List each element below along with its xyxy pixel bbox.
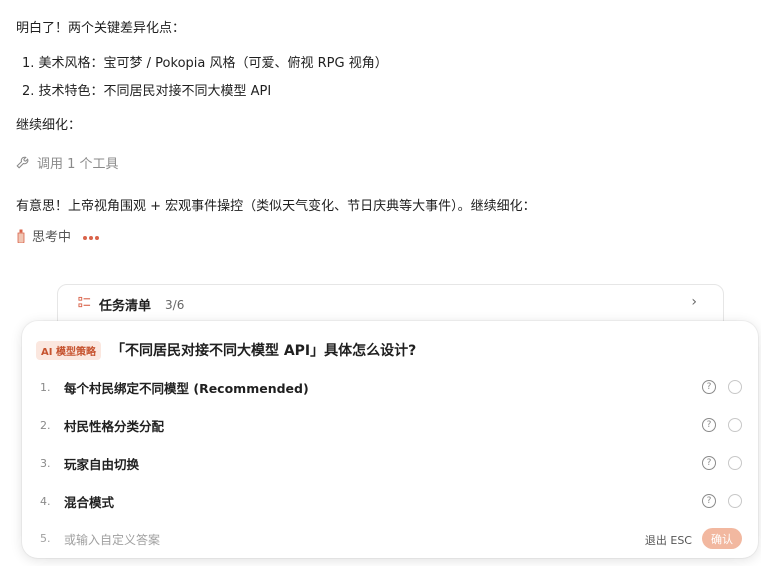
- custom-answer-row: 5. 或输入自定义答案 退出 ESC 确认: [22, 528, 758, 549]
- option-2[interactable]: 2. 村民性格分类分配 ?: [22, 406, 758, 444]
- thinking-dots-icon: [81, 230, 100, 245]
- bottle-icon: [16, 229, 26, 247]
- question-title: 「不同居民对接不同大模型 API」具体怎么设计?: [110, 343, 417, 359]
- option-number: 1.: [40, 380, 51, 394]
- option-number: 5.: [40, 532, 51, 545]
- chat-message-2: 有意思！上帝视角围观 + 宏观事件操控（类似天气变化、节日庆典等大事件）。继续细…: [16, 199, 536, 214]
- help-icon[interactable]: ?: [702, 456, 716, 470]
- option-label: 混合模式: [64, 494, 115, 510]
- task-list-title: 任务清单: [99, 299, 152, 314]
- confirm-button[interactable]: 确认: [702, 528, 742, 549]
- custom-answer-input[interactable]: 或输入自定义答案: [64, 531, 160, 548]
- help-icon[interactable]: ?: [702, 380, 716, 394]
- option-1[interactable]: 1. 每个村民绑定不同模型 (Recommended) ?: [22, 368, 758, 406]
- option-label: 每个村民绑定不同模型 (Recommended): [64, 380, 309, 396]
- help-icon[interactable]: ?: [702, 418, 716, 432]
- option-number: 4.: [40, 494, 51, 508]
- option-number: 2.: [40, 418, 51, 432]
- option-number: 3.: [40, 456, 51, 470]
- thinking-label: 思考中: [32, 230, 72, 245]
- option-3[interactable]: 3. 玩家自由切换 ?: [22, 444, 758, 482]
- question-card: AI 模型策略 「不同居民对接不同大模型 API」具体怎么设计? 1. 每个村民…: [22, 321, 758, 558]
- exit-button[interactable]: 退出 ESC: [645, 532, 692, 548]
- tool-call-label: 调用 1 个工具: [37, 157, 119, 172]
- thinking-indicator: 思考中: [16, 226, 100, 247]
- chevron-right-icon[interactable]: ›: [691, 294, 697, 310]
- option-radio[interactable]: [728, 380, 742, 394]
- help-icon[interactable]: ?: [702, 494, 716, 508]
- option-radio[interactable]: [728, 494, 742, 508]
- tool-call-row[interactable]: 调用 1 个工具: [16, 153, 119, 173]
- option-label: 村民性格分类分配: [64, 418, 165, 434]
- option-4[interactable]: 4. 混合模式 ?: [22, 482, 758, 520]
- chat-point-1: 1. 美术风格：宝可梦 / Pokopia 风格（可爱、俯视 RPG 视角）: [22, 56, 388, 71]
- chat-intro-text: 明白了！两个关键差异化点：: [16, 21, 186, 36]
- option-radio[interactable]: [728, 456, 742, 470]
- option-label: 玩家自由切换: [64, 456, 140, 472]
- task-list-count: 3/6: [165, 297, 185, 312]
- chat-continue-text: 继续细化：: [16, 118, 82, 133]
- wrench-icon: [16, 156, 29, 173]
- chat-point-2: 2. 技术特色：不同居民对接不同大模型 API: [22, 84, 272, 99]
- checklist-icon: [78, 296, 91, 313]
- option-radio[interactable]: [728, 418, 742, 432]
- category-badge: AI 模型策略: [36, 340, 101, 360]
